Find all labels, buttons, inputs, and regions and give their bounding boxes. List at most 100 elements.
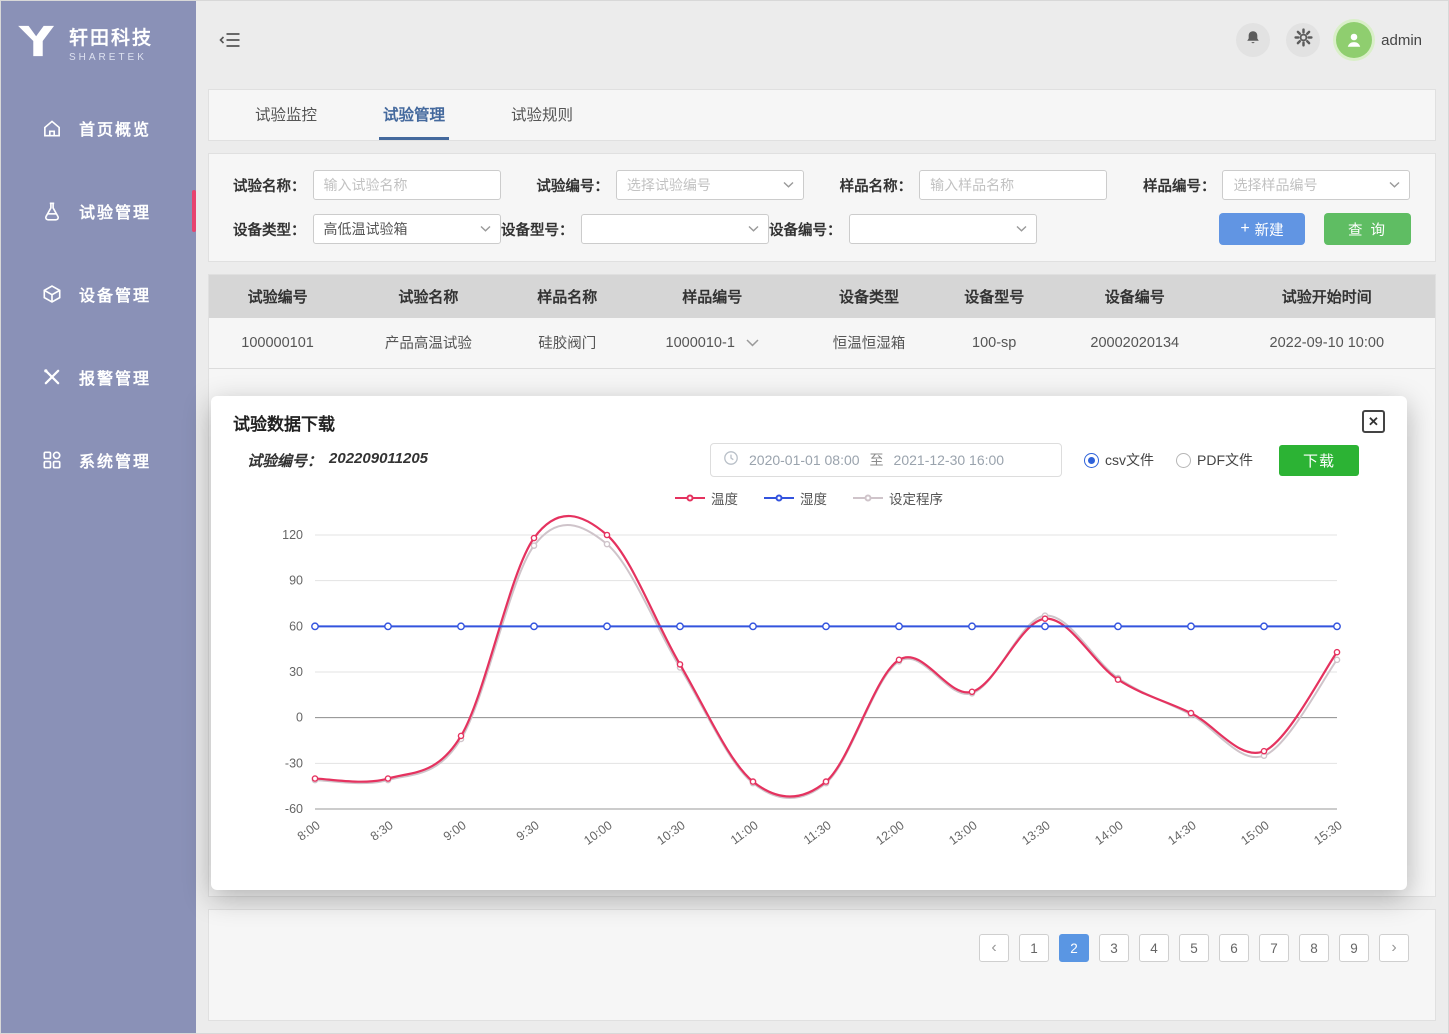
cube-icon <box>41 283 63 305</box>
new-button[interactable]: + 新建 <box>1219 213 1305 245</box>
flask-icon <box>41 200 63 222</box>
collapse-sidebar-icon[interactable] <box>218 30 242 50</box>
sidebar-item-alarm-management[interactable]: 报警管理 <box>1 350 196 404</box>
modal-title: 试验数据下载 <box>233 410 335 435</box>
sidebar-item-test-management[interactable]: 试验管理 <box>1 184 196 238</box>
device-type-select[interactable]: 高低温试验箱 <box>313 214 501 244</box>
brand-name: 轩田科技 <box>69 23 153 50</box>
pagination: ‹ 1 2 3 4 5 6 7 8 9 › <box>209 910 1435 962</box>
page-button-2[interactable]: 2 <box>1059 934 1089 962</box>
page-button-6[interactable]: 6 <box>1219 934 1249 962</box>
svg-text:12:00: 12:00 <box>873 818 907 848</box>
brand-subtitle: SHARETEK <box>69 52 153 63</box>
svg-text:14:00: 14:00 <box>1092 818 1126 848</box>
legend-line-icon <box>675 492 705 504</box>
grid-icon <box>41 449 63 471</box>
page-button-7[interactable]: 7 <box>1259 934 1289 962</box>
table-row[interactable]: 100000101 产品高温试验 硅胶阀门 1000010-1 恒温恒湿箱 10… <box>209 318 1435 368</box>
page-button-8[interactable]: 8 <box>1299 934 1329 962</box>
close-icon: ✕ <box>1368 414 1379 430</box>
close-button[interactable]: ✕ <box>1362 410 1385 433</box>
download-dialog: 试验数据下载 ✕ 试验编号： 202209011205 2020-01-01 0… <box>211 396 1407 890</box>
topbar: admin <box>196 1 1448 79</box>
username-label: admin <box>1381 32 1422 49</box>
sample-no-label: 样品编号： <box>1143 175 1216 196</box>
legend-item-湿度[interactable]: 湿度 <box>764 488 827 508</box>
svg-text:8:00: 8:00 <box>295 818 323 844</box>
tab-test-management[interactable]: 试验管理 <box>379 90 449 140</box>
page-button-1[interactable]: 1 <box>1019 934 1049 962</box>
col-header-device-type: 设备类型 <box>800 275 937 318</box>
col-header-sample-name: 样品名称 <box>511 275 624 318</box>
legend-item-设定程序[interactable]: 设定程序 <box>853 488 943 508</box>
sample-name-input[interactable] <box>919 170 1107 200</box>
results-table: 试验编号 试验名称 样品名称 样品编号 设备类型 设备型号 设备编号 试验开始时… <box>209 275 1435 369</box>
sidebar-item-label: 首页概览 <box>79 116 151 140</box>
test-no-select[interactable]: 选择试验编号 <box>616 170 804 200</box>
chevron-down-icon <box>1016 226 1027 233</box>
device-model-select[interactable] <box>581 214 769 244</box>
page-button-3[interactable]: 3 <box>1099 934 1129 962</box>
tab-test-rules[interactable]: 试验规则 <box>507 90 577 140</box>
query-button[interactable]: 查 询 <box>1324 213 1411 245</box>
svg-text:9:00: 9:00 <box>441 818 469 844</box>
date-start: 2020-01-01 08:00 <box>749 452 860 468</box>
sample-name-label: 样品名称： <box>840 175 913 196</box>
svg-text:11:00: 11:00 <box>728 818 761 847</box>
test-no-label: 试验编号： <box>536 175 609 196</box>
notification-bell-button[interactable] <box>1236 23 1270 57</box>
tab-test-monitor[interactable]: 试验监控 <box>251 90 321 140</box>
chevron-down-icon <box>783 182 794 189</box>
sidebar-item-home[interactable]: 首页概览 <box>1 101 196 155</box>
col-header-device-no: 设备编号 <box>1051 275 1219 318</box>
chart: -60-3003060901208:008:309:009:3010:0010:… <box>233 509 1385 864</box>
prev-page-button[interactable]: ‹ <box>979 934 1009 962</box>
page-button-4[interactable]: 4 <box>1139 934 1169 962</box>
sidebar: 轩田科技 SHARETEK 首页概览 试验管理 设备管理 <box>1 1 196 1033</box>
legend-item-温度[interactable]: 温度 <box>675 488 738 508</box>
tabs-bar: 试验监控 试验管理 试验规则 <box>208 89 1436 141</box>
chevron-down-icon <box>1389 182 1400 189</box>
svg-text:13:00: 13:00 <box>946 818 980 848</box>
settings-button[interactable] <box>1286 23 1320 57</box>
svg-text:11:30: 11:30 <box>801 818 834 847</box>
user-menu[interactable]: admin <box>1336 22 1422 58</box>
svg-text:8:30: 8:30 <box>368 818 396 844</box>
sidebar-item-device-management[interactable]: 设备管理 <box>1 267 196 321</box>
sample-no-select[interactable]: 选择样品编号 <box>1222 170 1410 200</box>
svg-text:10:30: 10:30 <box>654 818 688 848</box>
date-range-picker[interactable]: 2020-01-01 08:00 至 2021-12-30 16:00 <box>710 443 1062 477</box>
download-button[interactable]: 下载 <box>1279 445 1359 476</box>
svg-text:90: 90 <box>289 574 303 588</box>
plus-icon: + <box>1240 221 1249 237</box>
chevron-down-icon <box>748 226 759 233</box>
svg-text:15:00: 15:00 <box>1238 818 1272 848</box>
test-name-input[interactable] <box>313 170 501 200</box>
device-no-label: 设备编号： <box>769 219 842 240</box>
svg-text:13:30: 13:30 <box>1019 818 1053 848</box>
legend-line-icon <box>853 492 883 504</box>
svg-text:30: 30 <box>289 665 303 679</box>
page-button-9[interactable]: 9 <box>1339 934 1369 962</box>
legend-line-icon <box>764 492 794 504</box>
svg-text:60: 60 <box>289 619 303 633</box>
clock-icon <box>723 450 739 471</box>
col-header-sample-no: 样品编号 <box>624 275 800 318</box>
radio-selected-icon <box>1084 453 1099 468</box>
test-name-label: 试验名称： <box>233 175 306 196</box>
modal-test-no: 试验编号： 202209011205 <box>247 450 428 471</box>
sidebar-item-system-management[interactable]: 系统管理 <box>1 433 196 487</box>
device-no-select[interactable] <box>849 214 1037 244</box>
chart-svg: -60-3003060901208:008:309:009:3010:0010:… <box>233 509 1383 859</box>
page-button-5[interactable]: 5 <box>1179 934 1209 962</box>
radio-pdf[interactable]: PDF文件 <box>1176 450 1253 470</box>
app-window: 轩田科技 SHARETEK 首页概览 试验管理 设备管理 <box>0 0 1449 1034</box>
brand: 轩田科技 SHARETEK <box>1 1 196 79</box>
next-page-button[interactable]: › <box>1379 934 1409 962</box>
sidebar-item-label: 系统管理 <box>79 448 151 472</box>
svg-text:15:30: 15:30 <box>1311 818 1345 848</box>
radio-csv[interactable]: csv文件 <box>1084 450 1154 470</box>
row-expand-icon[interactable] <box>746 339 759 347</box>
sidebar-item-label: 设备管理 <box>79 282 151 306</box>
svg-text:120: 120 <box>282 528 303 542</box>
